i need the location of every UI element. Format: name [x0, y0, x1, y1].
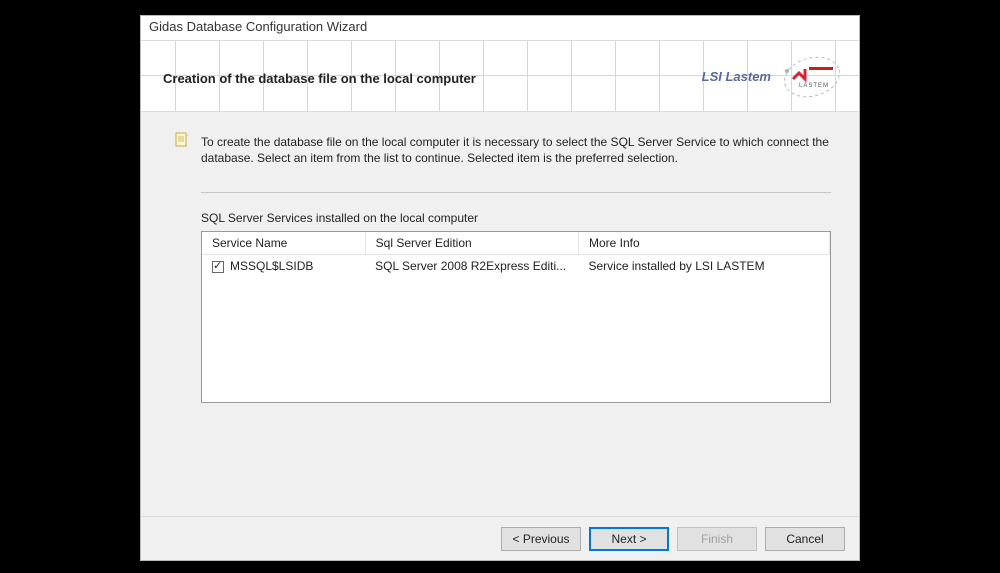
listview-header-row: Service Name Sql Server Edition More Inf…	[202, 232, 830, 255]
finish-button[interactable]: Finish	[677, 527, 757, 551]
instruction-text: To create the database file on the local…	[201, 134, 831, 166]
table-row[interactable]: MSSQL$LSIDB SQL Server 2008 R2Express Edi…	[202, 255, 830, 278]
previous-button[interactable]: < Previous	[501, 527, 581, 551]
cell-more-info: Service installed by LSI LASTEM	[578, 255, 829, 278]
brand-text: LSI Lastem	[702, 69, 771, 84]
column-header-service-name[interactable]: Service Name	[202, 232, 365, 255]
row-checkbox[interactable]	[212, 261, 224, 273]
column-header-more-info[interactable]: More Info	[578, 232, 829, 255]
lsi-logo-icon: LASTEM	[781, 51, 843, 103]
section-label: SQL Server Services installed on the loc…	[201, 211, 831, 225]
svg-text:LASTEM: LASTEM	[799, 83, 829, 89]
sql-services-listview[interactable]: Service Name Sql Server Edition More Inf…	[201, 231, 831, 403]
wizard-header-banner: Creation of the database file on the loc…	[141, 40, 859, 112]
wizard-button-bar: < Previous Next > Finish Cancel	[141, 516, 859, 560]
info-note-icon	[175, 132, 189, 148]
column-header-sql-edition[interactable]: Sql Server Edition	[365, 232, 578, 255]
cancel-button[interactable]: Cancel	[765, 527, 845, 551]
cell-service-name: MSSQL$LSIDB	[230, 259, 313, 273]
cell-sql-edition: SQL Server 2008 R2Express Editi...	[365, 255, 578, 278]
next-button[interactable]: Next >	[589, 527, 669, 551]
brand-area: LSI Lastem LASTEM	[659, 41, 849, 113]
wizard-step-title: Creation of the database file on the loc…	[163, 71, 476, 86]
wizard-window: Gidas Database Configuration Wizard Crea…	[140, 15, 860, 561]
wizard-content-area: To create the database file on the local…	[141, 112, 859, 516]
window-titlebar: Gidas Database Configuration Wizard	[141, 16, 859, 40]
divider	[201, 192, 831, 193]
window-title: Gidas Database Configuration Wizard	[149, 19, 367, 34]
